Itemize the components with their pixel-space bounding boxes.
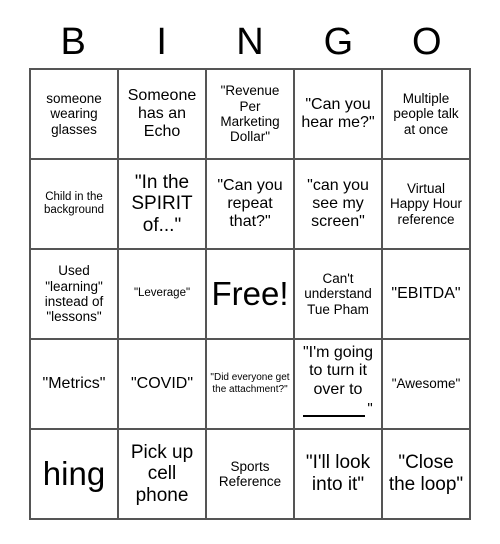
bingo-cell[interactable]: Can't understand Tue Pham — [295, 250, 383, 340]
bingo-cell[interactable]: Multiple people talk at once — [383, 70, 471, 160]
bingo-cell[interactable]: Free! — [207, 250, 295, 340]
bingo-cell[interactable]: Someone has an Echo — [119, 70, 207, 160]
bingo-cell-label: "In the SPIRIT of..." — [131, 171, 193, 236]
bingo-cell-label: Pick up cell phone — [130, 441, 194, 506]
bingo-cell-text: "I'm going to turn it over to — [302, 344, 374, 398]
bingo-cell-label: Used "learning" instead of "lessons" — [44, 263, 104, 325]
bingo-cell[interactable]: "Metrics" — [31, 340, 119, 430]
bingo-cell[interactable]: "Awesome" — [383, 340, 471, 430]
fill-in-blank-line — [303, 414, 366, 417]
bingo-cell-label: "Can you hear me?" — [301, 95, 375, 131]
bingo-cell[interactable]: Pick up cell phone — [119, 430, 207, 520]
bingo-cell[interactable]: "I'm going to turn it over to " — [295, 340, 383, 430]
bingo-header: BINGO — [29, 0, 471, 68]
bingo-cell-label: "Can you repeat that?" — [217, 176, 283, 231]
closing-quote: " — [367, 399, 373, 417]
bingo-header-letter-i: I — [156, 21, 167, 63]
bingo-header-letter-o: O — [412, 21, 442, 63]
bingo-header-letter-n: N — [236, 21, 264, 63]
bingo-cell[interactable]: "Can you hear me?" — [295, 70, 383, 160]
bingo-cell[interactable]: "EBITDA" — [383, 250, 471, 340]
bingo-cell-label: Someone has an Echo — [127, 86, 197, 141]
bingo-cell-label: someone wearing glasses — [46, 90, 102, 137]
bingo-cell-label: Sports Reference — [218, 458, 282, 489]
bingo-header-letter-b: B — [60, 21, 86, 63]
bingo-cell[interactable]: "In the SPIRIT of..." — [119, 160, 207, 250]
bingo-cell-label: Multiple people talk at once — [393, 90, 459, 137]
bingo-cell[interactable]: "COVID" — [119, 340, 207, 430]
bingo-cell[interactable]: "Did everyone get the attachment?" — [207, 340, 295, 430]
bingo-cell-label: "COVID" — [130, 374, 194, 392]
bingo-cell[interactable]: "Can you repeat that?" — [207, 160, 295, 250]
bingo-cell-label: Free! — [211, 274, 289, 312]
bingo-cell[interactable]: "I'll look into it" — [295, 430, 383, 520]
bingo-cell-label: "Awesome" — [391, 376, 461, 392]
bingo-cell-label: "can you see my screen" — [307, 176, 369, 231]
bingo-card: B I N G O someone wearing glasses Someone has… — [29, 0, 471, 520]
bingo-cell[interactable]: hing — [31, 430, 119, 520]
bingo-cell-label: "I'll look into it" — [305, 452, 371, 495]
bingo-cell-label: "EBITDA" — [391, 284, 461, 302]
bingo-cell[interactable]: Sports Reference — [207, 430, 295, 520]
bingo-cell[interactable]: someone wearing glasses — [31, 70, 119, 160]
bingo-cell[interactable]: Virtual Happy Hour reference — [383, 160, 471, 250]
bingo-cell[interactable]: "Leverage" — [119, 250, 207, 340]
bingo-header-letter-g: G — [323, 21, 354, 63]
bingo-cell-label: Can't understand Tue Pham — [304, 270, 372, 317]
bingo-cell[interactable]: "Close the loop" — [383, 430, 471, 520]
bingo-cell-label: Child in the background — [43, 190, 105, 216]
bingo-cell-label: "Did everyone get the attachment?" — [210, 372, 290, 395]
bingo-cell-label: hing — [42, 454, 106, 492]
bingo-grid: someone wearing glasses Someone has an Ec… — [29, 68, 471, 520]
bingo-cell-label: "Metrics" — [42, 374, 106, 392]
bingo-cell-label: "Revenue Per Marketing Dollar" — [220, 83, 280, 145]
bingo-cell-label: "I'm going to turn it over to " — [298, 344, 378, 424]
bingo-cell[interactable]: Used "learning" instead of "lessons" — [31, 250, 119, 340]
bingo-cell[interactable]: "Revenue Per Marketing Dollar" — [207, 70, 295, 160]
bingo-cell[interactable]: "can you see my screen" — [295, 160, 383, 250]
bingo-cell-label: "Leverage" — [133, 287, 191, 300]
bingo-cell[interactable]: Child in the background — [31, 160, 119, 250]
bingo-cell-label: Virtual Happy Hour reference — [389, 180, 463, 227]
fill-in-blank-row: " — [298, 400, 378, 424]
bingo-cell-label: "Close the loop" — [388, 452, 464, 495]
